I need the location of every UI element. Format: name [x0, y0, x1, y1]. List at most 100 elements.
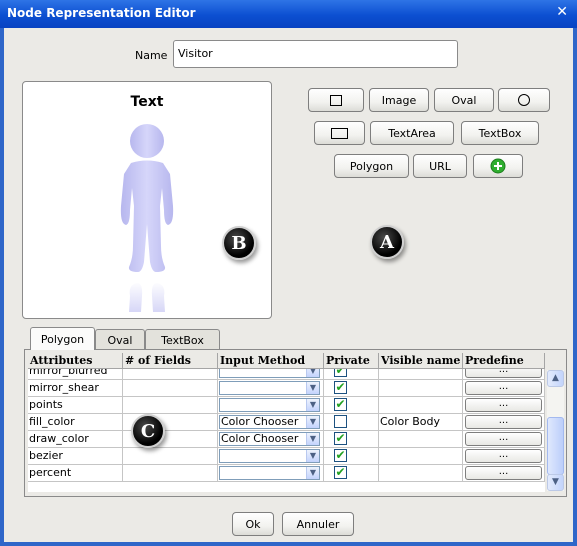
oval-button[interactable]: Oval — [434, 88, 494, 112]
chevron-down-icon[interactable]: ▼ — [306, 416, 319, 428]
input-method-select[interactable]: Color Chooser ▼ — [219, 415, 320, 429]
predefine-button[interactable]: ... — [465, 381, 542, 395]
input-method-cell: ▼ — [218, 380, 324, 397]
scroll-thumb[interactable] — [547, 417, 564, 475]
cancel-button[interactable]: Annuler — [282, 512, 354, 536]
column-header-private[interactable]: Private — [324, 353, 379, 369]
table-row[interactable]: fill_color Color Chooser ▼ Color Body... — [28, 414, 545, 431]
visible-name-cell[interactable] — [379, 465, 463, 482]
person-figure-icon — [120, 124, 174, 312]
input-method-select[interactable]: ▼ — [219, 381, 320, 395]
textarea-button[interactable]: TextArea — [370, 121, 454, 145]
fields-cell[interactable] — [123, 369, 218, 380]
close-icon[interactable]: ✕ — [556, 4, 568, 20]
predefine-cell: ... — [463, 369, 545, 380]
private-checkbox[interactable]: ✔ — [334, 432, 347, 445]
add-shape-button[interactable] — [473, 154, 523, 178]
chevron-down-icon[interactable]: ▼ — [306, 433, 319, 445]
title-bar[interactable]: Node Representation Editor ✕ — [0, 0, 577, 28]
name-input[interactable]: Visitor — [173, 40, 458, 68]
input-method-select[interactable]: ▼ — [219, 398, 320, 412]
table-row[interactable]: points ▼ ✔... — [28, 397, 545, 414]
private-checkbox[interactable]: ✔ — [334, 369, 347, 377]
tab-polygon[interactable]: Polygon — [30, 327, 95, 350]
input-method-select[interactable]: ▼ — [219, 449, 320, 463]
chevron-down-icon[interactable]: ▼ — [306, 450, 319, 462]
predefine-button[interactable]: ... — [465, 369, 542, 378]
column-header-attributes[interactable]: Attributes — [28, 353, 123, 369]
tab-oval[interactable]: Oval — [95, 329, 145, 350]
private-checkbox[interactable]: ✔ — [334, 398, 347, 411]
chevron-down-icon[interactable]: ▼ — [306, 467, 319, 479]
predefine-cell: ... — [463, 465, 545, 482]
input-method-select[interactable]: ▼ — [219, 466, 320, 480]
chevron-down-icon[interactable]: ▼ — [306, 399, 319, 411]
textbox-button[interactable]: TextBox — [461, 121, 539, 145]
input-method-cell: ▼ — [218, 465, 324, 482]
input-method-value: Color Chooser — [221, 415, 299, 428]
predefine-cell: ... — [463, 380, 545, 397]
chevron-down-icon[interactable]: ▼ — [306, 369, 319, 377]
column-header-predefine[interactable]: Predefine — [463, 353, 545, 369]
visible-name-cell[interactable]: Color Body — [379, 414, 463, 431]
private-cell: ✔ — [324, 465, 379, 482]
input-method-select[interactable]: Color Chooser ▼ — [219, 432, 320, 446]
predefine-button[interactable]: ... — [465, 432, 542, 446]
scroll-down-icon[interactable]: ▼ — [547, 474, 564, 491]
attribute-name-cell: draw_color — [28, 431, 123, 448]
private-cell: ✔ — [324, 431, 379, 448]
polygon-button[interactable]: Polygon — [334, 154, 409, 178]
column-header-input-method[interactable]: Input Method — [218, 353, 324, 369]
predefine-cell: ... — [463, 414, 545, 431]
attribute-name-cell: bezier — [28, 448, 123, 465]
predefine-button[interactable]: ... — [465, 449, 542, 463]
visible-name-cell[interactable] — [379, 369, 463, 380]
ok-button[interactable]: Ok — [232, 512, 274, 536]
predefine-cell: ... — [463, 431, 545, 448]
visible-name-cell[interactable] — [379, 431, 463, 448]
table-row[interactable]: draw_color Color Chooser ▼ ✔... — [28, 431, 545, 448]
table-row[interactable]: mirror_shear ▼ ✔... — [28, 380, 545, 397]
table-scrollbar[interactable]: ▲ ▼ — [547, 370, 564, 491]
predefine-button[interactable]: ... — [465, 398, 542, 412]
rectangle-icon — [331, 127, 348, 139]
dialog-body: Name Visitor Text Image Oval TextArea Te… — [4, 28, 573, 542]
visible-name-cell[interactable] — [379, 397, 463, 414]
input-method-value: Color Chooser — [221, 432, 299, 445]
column-header-fields[interactable]: # of Fields — [123, 353, 218, 369]
name-label: Name — [135, 49, 168, 62]
url-button[interactable]: URL — [413, 154, 467, 178]
predefine-button[interactable]: ... — [465, 415, 542, 429]
private-checkbox[interactable]: ✔ — [334, 449, 347, 462]
predefine-cell: ... — [463, 448, 545, 465]
fields-cell[interactable] — [123, 380, 218, 397]
attribute-name-cell: fill_color — [28, 414, 123, 431]
visible-name-cell[interactable] — [379, 380, 463, 397]
wide-rectangle-button[interactable] — [314, 121, 365, 145]
table-row[interactable]: percent ▼ ✔... — [28, 465, 545, 482]
table-row[interactable]: bezier ▼ ✔... — [28, 448, 545, 465]
callout-marker-a: A — [370, 225, 404, 259]
callout-marker-b: B — [222, 226, 256, 260]
scroll-up-icon[interactable]: ▲ — [547, 370, 564, 387]
predefine-button[interactable]: ... — [465, 466, 542, 480]
private-checkbox[interactable] — [334, 415, 347, 428]
image-button[interactable]: Image — [369, 88, 429, 112]
fields-cell[interactable] — [123, 448, 218, 465]
visible-name-cell[interactable] — [379, 448, 463, 465]
private-cell — [324, 414, 379, 431]
private-checkbox[interactable]: ✔ — [334, 466, 347, 479]
column-header-visible-name[interactable]: Visible name — [379, 353, 463, 369]
input-method-select[interactable]: ▼ — [219, 369, 320, 378]
fields-cell[interactable] — [123, 465, 218, 482]
shape-preview: Text — [22, 81, 272, 319]
private-checkbox[interactable]: ✔ — [334, 381, 347, 394]
fields-cell[interactable] — [123, 397, 218, 414]
attribute-name-cell: mirror_blurred — [28, 369, 123, 380]
tab-textbox[interactable]: TextBox — [145, 329, 220, 350]
chevron-down-icon[interactable]: ▼ — [306, 382, 319, 394]
table-row[interactable]: mirror_blurred ▼ ✔... — [28, 369, 545, 380]
private-cell: ✔ — [324, 448, 379, 465]
circle-shape-button[interactable] — [498, 88, 550, 112]
rectangle-shape-button[interactable] — [308, 88, 364, 112]
